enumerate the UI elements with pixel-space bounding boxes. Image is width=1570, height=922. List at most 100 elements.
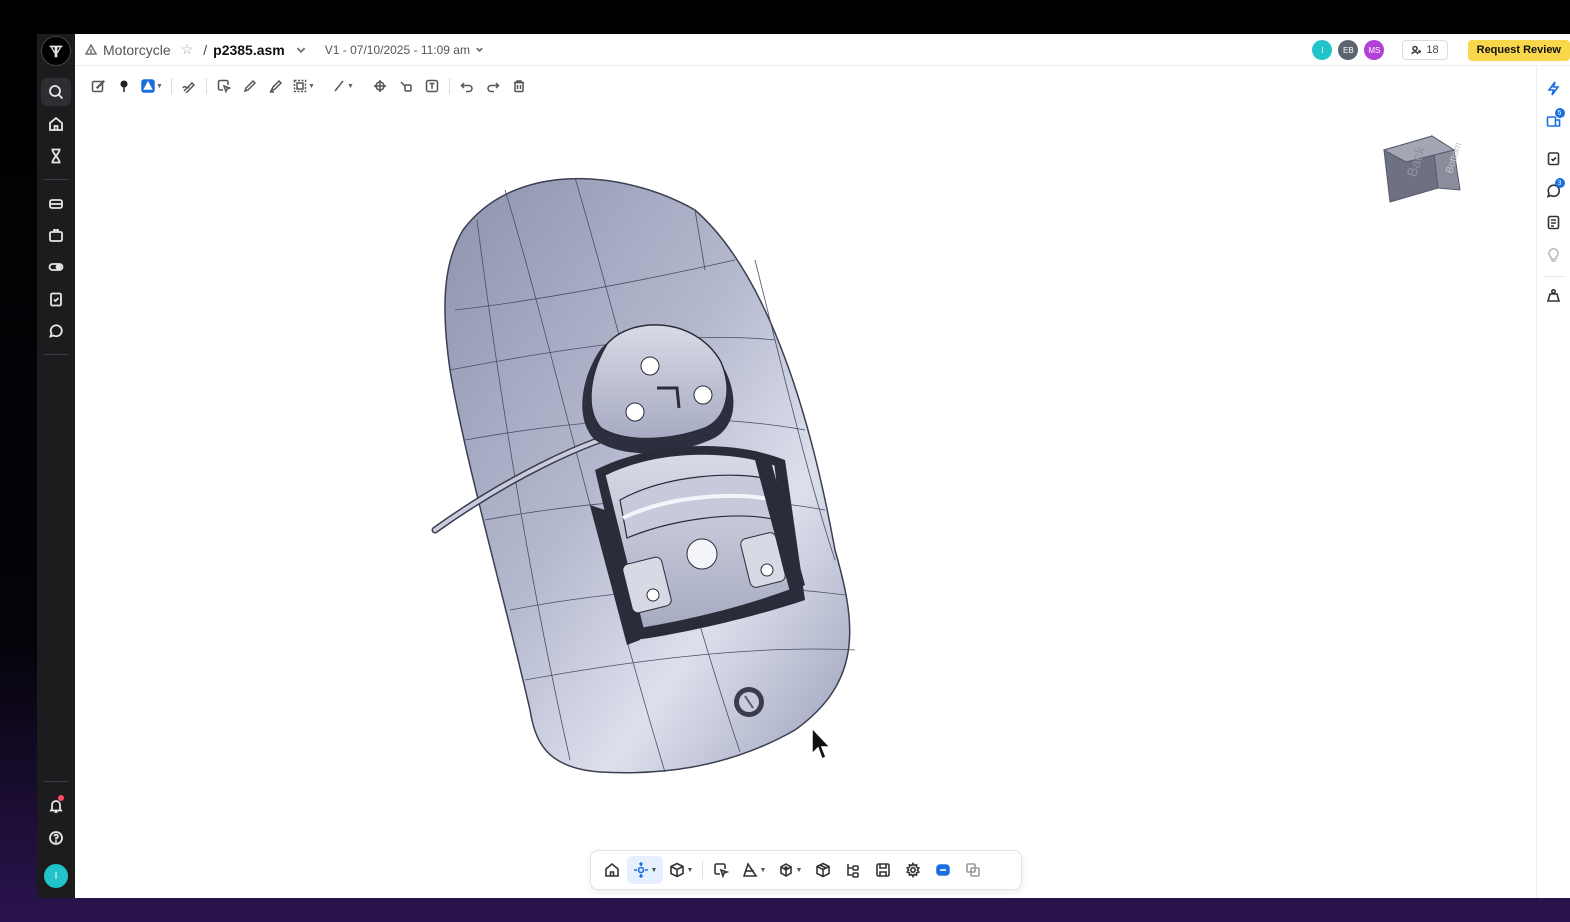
rail-bottom: I <box>37 772 75 890</box>
chat-icon <box>49 324 63 338</box>
notifications-button[interactable] <box>41 792 71 820</box>
undo-button[interactable] <box>454 75 480 97</box>
rail-drive-button[interactable] <box>41 189 71 217</box>
part-button[interactable] <box>808 856 838 884</box>
drive-icon <box>49 199 63 209</box>
collaborator-avatar[interactable]: MS <box>1364 40 1385 60</box>
toolbar-divider <box>206 78 207 94</box>
badge-icon <box>936 864 950 876</box>
signature-icon <box>182 81 196 93</box>
view-cube[interactable]: Back Bottom <box>1376 130 1476 220</box>
help-button[interactable] <box>41 824 71 852</box>
view-cube-icon <box>669 862 684 878</box>
select-tool[interactable] <box>211 75 237 97</box>
line-tool[interactable]: ▼ <box>328 75 358 97</box>
redo-icon <box>487 82 500 93</box>
member-count: 18 <box>1426 44 1439 56</box>
settings-icon <box>905 862 921 878</box>
target-icon <box>374 80 386 92</box>
pin-tool[interactable] <box>111 75 137 97</box>
shape-tool[interactable]: ▼ <box>137 75 167 97</box>
orbit-icon <box>633 862 648 878</box>
caret-icon: ▼ <box>156 82 163 90</box>
badge-button[interactable] <box>928 856 958 884</box>
target-tool[interactable] <box>367 75 393 97</box>
comments-badge: 3 <box>1554 178 1565 188</box>
mount-hole <box>625 402 645 422</box>
mount-hole <box>693 385 713 405</box>
members-button[interactable]: 18 <box>1402 40 1448 60</box>
checklist-icon <box>1547 215 1560 229</box>
home-view-icon <box>605 862 619 877</box>
section-icon <box>742 862 758 877</box>
automation-button[interactable] <box>1540 76 1568 100</box>
explode-icon <box>779 863 792 877</box>
rail-search-button[interactable] <box>41 78 71 106</box>
signature-tool[interactable] <box>176 75 202 97</box>
checklist-button[interactable] <box>1540 210 1568 234</box>
section-button[interactable]: ▼ <box>736 856 772 884</box>
3d-viewport[interactable]: Back Bottom <box>75 104 1536 898</box>
fender-3d-model[interactable] <box>395 140 895 780</box>
favorite-star-icon[interactable]: ☆ <box>181 41 194 58</box>
mount-hole <box>640 356 660 376</box>
user-avatar[interactable]: I <box>42 862 70 890</box>
save-view-button[interactable] <box>868 856 898 884</box>
rail-recent-button[interactable] <box>41 142 71 170</box>
redo-button[interactable] <box>480 75 506 97</box>
brand-logo[interactable] <box>41 36 71 66</box>
settings-button[interactable] <box>898 856 928 884</box>
share-button[interactable]: 5 <box>1540 108 1568 132</box>
highlighter-tool[interactable] <box>263 75 289 97</box>
view-cube-button[interactable]: ▼ <box>663 856 699 884</box>
eraser-tool[interactable] <box>393 75 419 97</box>
share-badge: 5 <box>1554 108 1565 118</box>
eraser-icon <box>400 81 412 92</box>
compare-button[interactable] <box>958 856 988 884</box>
rail-tasks-button[interactable] <box>41 285 71 313</box>
help-icon <box>49 831 63 845</box>
project-name-link[interactable]: Motorcycle <box>103 42 171 58</box>
assembly-icon <box>85 43 97 55</box>
edit-tool[interactable] <box>85 75 111 97</box>
hinge-hole <box>686 538 718 570</box>
delete-button[interactable] <box>506 75 532 97</box>
left-rail: I <box>37 34 75 898</box>
explode-button[interactable]: ▼ <box>772 856 808 884</box>
file-name[interactable]: p2385.asm <box>213 42 285 58</box>
markup-toolbar: ▼ ▼ ▼ <box>85 74 532 98</box>
comments-button[interactable]: 3 <box>1540 178 1568 202</box>
pen-tool[interactable] <box>237 75 263 97</box>
chevron-down-icon[interactable] <box>295 44 307 56</box>
text-tool[interactable] <box>419 75 445 97</box>
home-view-button[interactable] <box>597 856 627 884</box>
right-rail-divider <box>1542 276 1565 277</box>
lightning-icon <box>1547 81 1560 95</box>
collaborator-avatar[interactable]: I <box>1312 40 1333 60</box>
collaborator-avatar[interactable]: EB <box>1338 40 1359 60</box>
pin-icon <box>120 80 128 92</box>
version-selector[interactable]: V1 - 07/10/2025 - 11:09 am <box>325 43 484 57</box>
rail-home-button[interactable] <box>41 110 71 138</box>
briefcase-icon <box>49 229 63 242</box>
toolbar-divider <box>362 78 363 94</box>
caret-icon: ▼ <box>308 82 315 90</box>
tasks-button[interactable] <box>1540 146 1568 170</box>
ideas-button[interactable] <box>1540 242 1568 266</box>
rail-divider <box>43 781 69 782</box>
orbit-button[interactable]: ▼ <box>627 856 663 884</box>
area-select-tool[interactable]: ▼ <box>289 75 319 97</box>
right-rail: 5 3 <box>1536 66 1570 898</box>
rail-integrations-button[interactable] <box>41 253 71 281</box>
rail-divider <box>43 179 69 180</box>
model-tree-button[interactable] <box>838 856 868 884</box>
header-actions: I EB MS 18 Request Review <box>1312 34 1570 66</box>
clipboard-check-icon <box>1547 151 1560 165</box>
header-bar: Motorcycle ☆ / p2385.asm V1 - 07/10/2025… <box>75 34 1570 66</box>
rail-chat-button[interactable] <box>41 317 71 345</box>
request-review-button[interactable]: Request Review <box>1467 39 1570 61</box>
compare-icon <box>966 863 980 877</box>
select-mode-button[interactable] <box>706 856 736 884</box>
properties-button[interactable] <box>1540 283 1568 307</box>
rail-projects-button[interactable] <box>41 221 71 249</box>
